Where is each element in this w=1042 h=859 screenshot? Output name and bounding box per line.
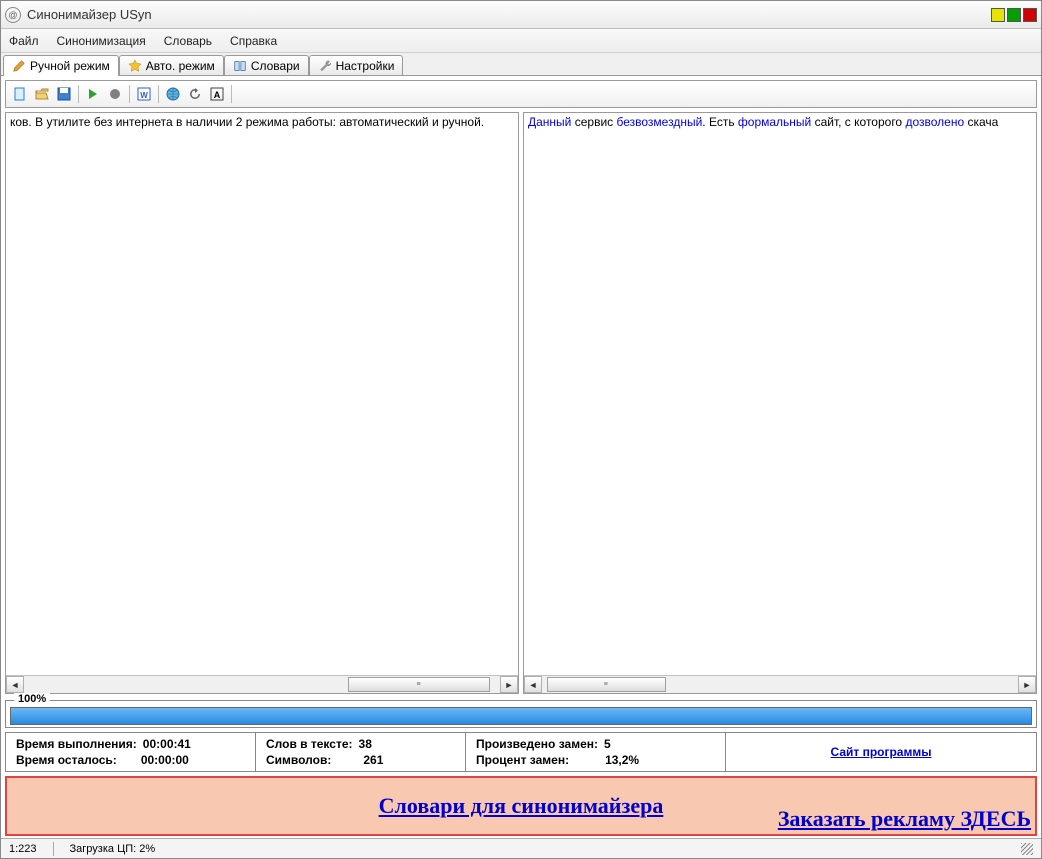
tab-dictionaries[interactable]: Словари xyxy=(224,55,309,76)
cursor-position: 1:223 xyxy=(9,843,37,855)
status-separator xyxy=(53,842,54,856)
scroll-right-button[interactable]: ► xyxy=(500,676,518,693)
title-bar: @ Синонимайзер USyn xyxy=(1,1,1041,29)
svg-text:A: A xyxy=(214,90,221,100)
tab-bar: Ручной режим Авто. режим Словари Настрой… xyxy=(1,53,1041,76)
percent-value: 13,2% xyxy=(605,753,639,767)
toolbar-separator xyxy=(158,85,159,103)
export-word-button[interactable]: W xyxy=(134,84,154,104)
synonym-word[interactable]: дозволено xyxy=(905,115,964,129)
close-button[interactable] xyxy=(1023,8,1037,22)
stats-words-col: Слов в тексте: 38 Символов: 261 xyxy=(256,733,466,771)
remain-time-value: 00:00:00 xyxy=(141,753,189,767)
scroll-track[interactable]: ≡ xyxy=(24,676,500,693)
toolbar-separator xyxy=(231,85,232,103)
save-button[interactable] xyxy=(54,84,74,104)
toolbar-separator xyxy=(78,85,79,103)
tab-manual-mode[interactable]: Ручной режим xyxy=(3,55,119,76)
scroll-track[interactable]: ≡ xyxy=(542,676,1018,693)
star-icon xyxy=(128,59,142,73)
stats-link-col: Сайт программы xyxy=(726,733,1036,771)
tab-label: Авто. режим xyxy=(146,59,215,73)
order-ad-link[interactable]: Заказать рекламу ЗДЕСЬ xyxy=(778,806,1031,832)
font-button[interactable]: A xyxy=(207,84,227,104)
progress-group: 100% xyxy=(5,700,1037,728)
book-icon xyxy=(233,59,247,73)
tab-label: Ручной режим xyxy=(30,59,110,73)
synonym-word[interactable]: формальный xyxy=(738,115,811,129)
result-pane: Данный сервис безвозмездный. Есть формал… xyxy=(523,112,1037,694)
dictionaries-link[interactable]: Словари для синонимайзера xyxy=(379,793,664,819)
scroll-thumb[interactable]: ≡ xyxy=(348,677,491,692)
text-fragment: . Есть xyxy=(702,115,738,129)
toolbar: W A xyxy=(5,80,1037,108)
progress-percent: 100% xyxy=(14,693,50,705)
words-value: 38 xyxy=(359,737,372,751)
exec-time-value: 00:00:41 xyxy=(143,737,191,751)
exec-time-label: Время выполнения: xyxy=(16,737,137,751)
text-fragment: скача xyxy=(964,115,998,129)
tab-settings[interactable]: Настройки xyxy=(309,55,404,76)
status-bar: 1:223 Загрузка ЦП: 2% xyxy=(1,838,1041,858)
stop-button[interactable] xyxy=(105,84,125,104)
editor-split: ков. В утилите без интернета в наличии 2… xyxy=(5,112,1037,694)
result-hscrollbar[interactable]: ◄ ≡ ► xyxy=(524,675,1036,693)
wrench-icon xyxy=(318,59,332,73)
menu-dictionary[interactable]: Словарь xyxy=(164,34,212,48)
pencil-icon xyxy=(12,59,26,73)
refresh-button[interactable] xyxy=(185,84,205,104)
cpu-load: Загрузка ЦП: 2% xyxy=(70,843,156,855)
new-file-button[interactable] xyxy=(10,84,30,104)
tab-label: Словари xyxy=(251,59,300,73)
scroll-thumb[interactable]: ≡ xyxy=(547,677,666,692)
run-button[interactable] xyxy=(83,84,103,104)
menu-file[interactable]: Файл xyxy=(9,34,39,48)
scroll-left-button[interactable]: ◄ xyxy=(6,676,24,693)
open-file-button[interactable] xyxy=(32,84,52,104)
synonym-word[interactable]: безвозмездный xyxy=(616,115,702,129)
minimize-button[interactable] xyxy=(991,8,1005,22)
menu-bar: Файл Синонимизация Словарь Справка xyxy=(1,29,1041,53)
window-title: Синонимайзер USyn xyxy=(27,7,991,22)
percent-label: Процент замен: xyxy=(476,753,569,767)
scroll-left-button[interactable]: ◄ xyxy=(524,676,542,693)
replaced-value: 5 xyxy=(604,737,611,751)
source-text[interactable]: ков. В утилите без интернета в наличии 2… xyxy=(6,113,518,675)
main-area: W A ков. В утилите без интернета в налич… xyxy=(1,75,1041,698)
replaced-label: Произведено замен: xyxy=(476,737,598,751)
ad-banner: Словари для синонимайзера Заказать рекла… xyxy=(5,776,1037,836)
svg-text:W: W xyxy=(140,91,148,100)
text-fragment: сервис xyxy=(571,115,616,129)
chars-value: 261 xyxy=(363,753,383,767)
remain-time-label: Время осталось: xyxy=(16,753,117,767)
stats-time-col: Время выполнения: 00:00:41 Время осталось… xyxy=(6,733,256,771)
toolbar-separator xyxy=(129,85,130,103)
tab-label: Настройки xyxy=(336,59,395,73)
tab-auto-mode[interactable]: Авто. режим xyxy=(119,55,224,76)
menu-help[interactable]: Справка xyxy=(230,34,277,48)
words-label: Слов в тексте: xyxy=(266,737,353,751)
maximize-button[interactable] xyxy=(1007,8,1021,22)
result-text[interactable]: Данный сервис безвозмездный. Есть формал… xyxy=(524,113,1036,675)
menu-synonym[interactable]: Синонимизация xyxy=(57,34,146,48)
scroll-right-button[interactable]: ► xyxy=(1018,676,1036,693)
program-site-link[interactable]: Сайт программы xyxy=(831,745,932,759)
chars-label: Символов: xyxy=(266,753,331,767)
text-fragment: сайт, с которого xyxy=(811,115,905,129)
stats-replace-col: Произведено замен: 5 Процент замен: 13,2% xyxy=(466,733,726,771)
app-icon: @ xyxy=(5,7,21,23)
source-pane: ков. В утилите без интернета в наличии 2… xyxy=(5,112,519,694)
progress-bar xyxy=(10,707,1032,725)
globe-button[interactable] xyxy=(163,84,183,104)
stats-panel: Время выполнения: 00:00:41 Время осталось… xyxy=(5,732,1037,772)
resize-grip[interactable] xyxy=(1021,843,1033,855)
synonym-word[interactable]: Данный xyxy=(528,115,571,129)
source-hscrollbar[interactable]: ◄ ≡ ► xyxy=(6,675,518,693)
window-controls xyxy=(991,8,1037,22)
